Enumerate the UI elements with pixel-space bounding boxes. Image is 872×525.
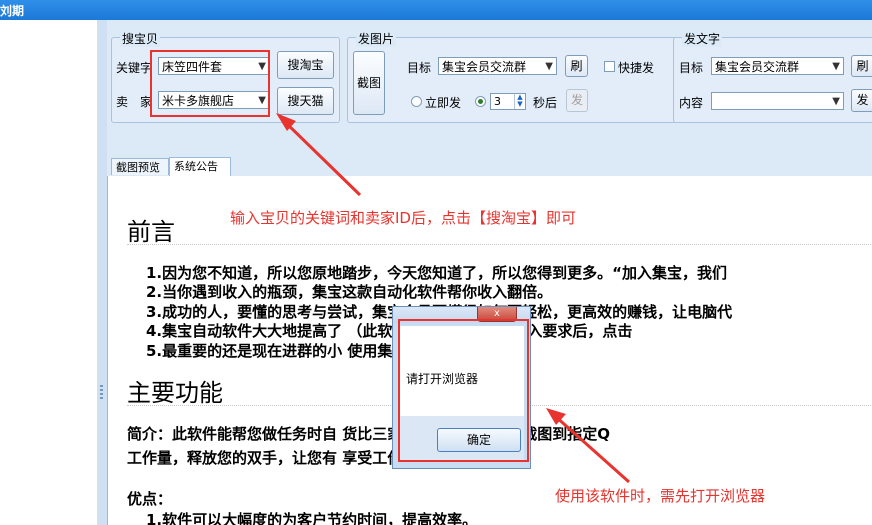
arrow-to-dialog-icon: [546, 408, 630, 484]
arrow-to-search-icon: [276, 113, 362, 197]
dialog-highlight-box: [398, 319, 529, 462]
